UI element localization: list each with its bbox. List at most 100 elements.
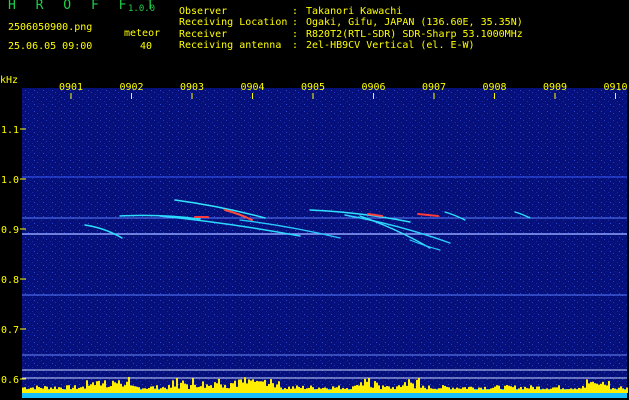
noise-spike bbox=[152, 386, 154, 393]
noise-spike bbox=[298, 387, 300, 393]
noise-spike bbox=[216, 383, 218, 393]
meteor-count: 40 bbox=[140, 41, 153, 52]
noise-spike bbox=[66, 385, 68, 393]
info-label-observer: Observer bbox=[179, 6, 228, 17]
noise-spike bbox=[526, 388, 528, 393]
noise-spike bbox=[466, 388, 468, 393]
noise-spike bbox=[166, 389, 168, 393]
noise-spike bbox=[454, 389, 456, 393]
noise-spike bbox=[204, 387, 206, 393]
noise-spike bbox=[236, 386, 238, 393]
noise-spike bbox=[34, 389, 36, 393]
noise-spike bbox=[570, 388, 572, 393]
noise-spike bbox=[180, 382, 182, 393]
noise-spike bbox=[502, 389, 504, 393]
noise-spike bbox=[332, 386, 334, 393]
noise-spike bbox=[516, 389, 518, 393]
info-colon: : bbox=[292, 6, 299, 17]
noise-spike bbox=[186, 384, 188, 393]
noise-spike bbox=[554, 387, 556, 393]
noise-spike bbox=[36, 385, 38, 393]
info-label-location: Receiving Location bbox=[179, 17, 288, 28]
noise-spike bbox=[612, 388, 614, 393]
noise-spike bbox=[324, 387, 326, 393]
noise-spike bbox=[140, 389, 142, 393]
noise-spike bbox=[506, 385, 508, 393]
y-unit-label: kHz bbox=[0, 75, 18, 86]
noise-spike bbox=[572, 389, 574, 393]
noise-spike bbox=[406, 385, 408, 393]
noise-spike bbox=[420, 387, 422, 393]
noise-spike bbox=[614, 388, 616, 393]
noise-spike bbox=[26, 389, 28, 393]
noise-spike bbox=[558, 385, 560, 393]
freq-tick-label: 0.9 bbox=[1, 225, 19, 236]
noise-spike bbox=[430, 388, 432, 393]
noise-spike bbox=[240, 379, 242, 393]
noise-spike bbox=[330, 389, 332, 393]
noise-spike bbox=[76, 389, 78, 393]
noise-spike bbox=[322, 387, 324, 393]
noise-spike bbox=[368, 378, 370, 393]
freq-tick-label: 1.1 bbox=[1, 125, 19, 136]
freq-tick-label: 0.7 bbox=[1, 325, 19, 336]
noise-spike bbox=[602, 381, 604, 393]
info-value-location: Ogaki, Gifu, JAPAN (136.60E, 35.35N) bbox=[306, 17, 523, 28]
noise-spike bbox=[592, 381, 594, 393]
noise-spike bbox=[372, 387, 374, 393]
noise-spike bbox=[476, 389, 478, 393]
noise-spike bbox=[232, 383, 234, 393]
noise-spike bbox=[560, 389, 562, 393]
noise-spike bbox=[294, 388, 296, 393]
noise-spike bbox=[42, 388, 44, 393]
noise-spike bbox=[334, 387, 336, 393]
noise-spike bbox=[320, 388, 322, 393]
noise-spike bbox=[116, 383, 118, 393]
noise-spike bbox=[542, 388, 544, 393]
time-tick-label: 0902 bbox=[119, 82, 143, 93]
noise-spike bbox=[398, 385, 400, 393]
noise-spike bbox=[582, 385, 584, 393]
noise-spike bbox=[108, 386, 110, 393]
noise-spike bbox=[102, 383, 104, 393]
noise-spike bbox=[150, 386, 152, 393]
noise-spike bbox=[302, 385, 304, 393]
noise-spike bbox=[250, 380, 252, 393]
noise-spike bbox=[312, 387, 314, 393]
noise-spike bbox=[414, 388, 416, 393]
noise-spike bbox=[244, 377, 246, 393]
noise-spike bbox=[480, 387, 482, 393]
noise-spike bbox=[98, 380, 100, 393]
noise-spike bbox=[562, 388, 564, 393]
noise-spike bbox=[252, 379, 254, 393]
info-colon: : bbox=[292, 17, 299, 28]
noise-spike bbox=[342, 387, 344, 393]
noise-spike bbox=[376, 382, 378, 393]
noise-spike bbox=[264, 379, 266, 393]
noise-spike bbox=[38, 387, 40, 393]
noise-spike bbox=[408, 379, 410, 393]
noise-spike bbox=[134, 386, 136, 393]
noise-spike bbox=[504, 385, 506, 393]
noise-spike bbox=[46, 386, 48, 393]
noise-spike bbox=[262, 381, 264, 393]
noise-spike bbox=[104, 380, 106, 393]
noise-spike bbox=[202, 381, 204, 393]
noise-spike bbox=[402, 385, 404, 393]
noise-spike bbox=[404, 382, 406, 393]
noise-spike bbox=[606, 385, 608, 393]
noise-spike bbox=[158, 389, 160, 393]
noise-spike bbox=[536, 386, 538, 393]
time-tick-label: 0910 bbox=[603, 82, 627, 93]
noise-spike bbox=[280, 387, 282, 393]
noise-spike bbox=[442, 385, 444, 393]
noise-spike bbox=[566, 389, 568, 393]
noise-spike bbox=[474, 389, 476, 393]
noise-spike bbox=[500, 389, 502, 393]
noise-spike bbox=[486, 389, 488, 393]
noise-spike bbox=[418, 377, 420, 393]
noise-spike bbox=[472, 387, 474, 393]
noise-spike bbox=[584, 387, 586, 393]
noise-spike bbox=[96, 381, 98, 393]
noise-spike bbox=[170, 387, 172, 393]
